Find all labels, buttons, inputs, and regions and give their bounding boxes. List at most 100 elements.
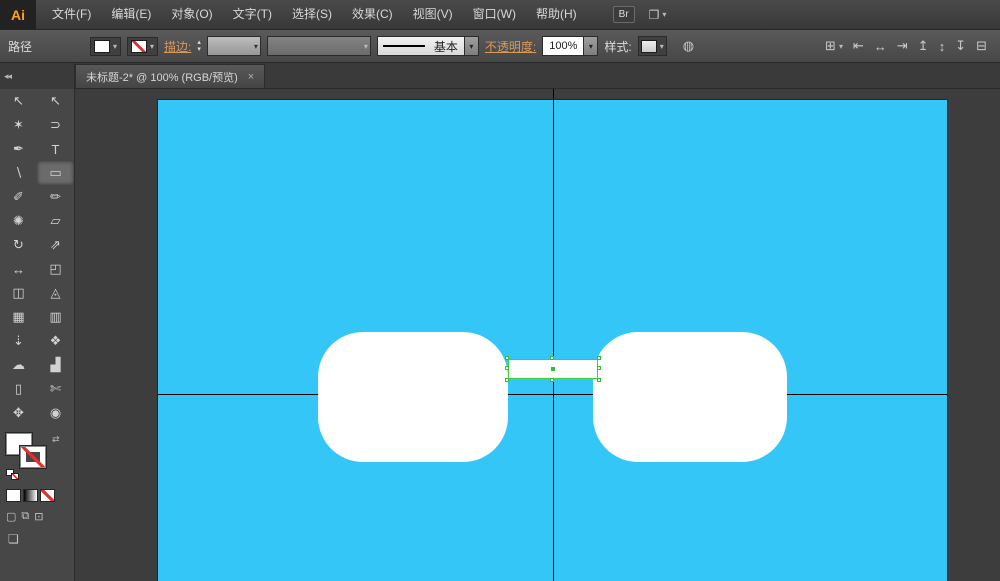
selection-handle[interactable] xyxy=(597,378,601,382)
slice-tool[interactable]: ✄ xyxy=(37,377,74,401)
style-label: 样式: xyxy=(604,38,631,55)
menu-help[interactable]: 帮助(H) xyxy=(526,0,587,29)
width-tool[interactable]: ↔ xyxy=(0,257,37,281)
pen-tool[interactable]: ✒ xyxy=(0,137,37,161)
perspective-grid-tool[interactable]: ◬ xyxy=(37,281,74,305)
eyedropper-tool[interactable]: ⇣ xyxy=(0,329,37,353)
bridge-button[interactable]: Br xyxy=(613,6,635,23)
menu-edit[interactable]: 编辑(E) xyxy=(101,0,161,29)
canvas[interactable] xyxy=(75,89,1000,581)
document-tab-bar: 未标题-2* @ 100% (RGB/预览) × xyxy=(75,63,1000,89)
direct-selection-tool[interactable]: ↖ xyxy=(37,89,74,113)
artboard-tool[interactable]: ▯ xyxy=(0,377,37,401)
menu-file[interactable]: 文件(F) xyxy=(42,0,101,29)
selection-handle[interactable] xyxy=(550,378,554,382)
column-graph-tool[interactable]: ▟ xyxy=(37,353,74,377)
rotate-tool[interactable]: ↻ xyxy=(0,233,37,257)
menu-type[interactable]: 文字(T) xyxy=(223,0,282,29)
selection-center-point[interactable] xyxy=(551,367,555,371)
rounded-rectangle-left[interactable] xyxy=(318,332,508,462)
eraser-tool[interactable]: ▱ xyxy=(37,209,74,233)
control-bar-right-icons: ⊞▾⇤↔⇥↥↕↧⊟ xyxy=(820,35,992,57)
draw-inside-icon[interactable]: ⊡ xyxy=(34,510,43,523)
selection-handle[interactable] xyxy=(505,366,509,370)
magic-wand-tool[interactable]: ✶ xyxy=(0,113,37,137)
scale-tool[interactable]: ⇗ xyxy=(37,233,74,257)
gradient-button[interactable] xyxy=(23,489,38,502)
screen-mode-icon[interactable]: ❏ xyxy=(8,532,19,546)
selection-handle[interactable] xyxy=(550,356,554,360)
stepper-up-icon[interactable]: ▴ xyxy=(197,39,201,46)
menu-view[interactable]: 视图(V) xyxy=(403,0,463,29)
close-tab-icon[interactable]: × xyxy=(248,71,254,83)
align-center-horizontal-icon[interactable]: ↔ xyxy=(869,35,892,57)
chevron-down-icon: ▾ xyxy=(364,42,368,51)
chevron-down-icon[interactable]: ▾ xyxy=(464,37,478,55)
rounded-rectangle-right[interactable] xyxy=(593,332,787,462)
opacity-label[interactable]: 不透明度: xyxy=(485,38,536,55)
symbol-sprayer-tool[interactable]: ☁ xyxy=(0,353,37,377)
shape-builder-tool[interactable]: ◫ xyxy=(0,281,37,305)
app-logo[interactable]: Ai xyxy=(0,0,36,29)
chevron-down-icon[interactable]: ▾ xyxy=(583,37,597,55)
drawing-mode-buttons: ▢ ⧉ ⊡ xyxy=(6,510,74,523)
collapse-panel-icon[interactable]: ◂◂ xyxy=(4,71,11,82)
fill-stroke-indicator: ⇄ xyxy=(5,433,74,485)
stepper-down-icon[interactable]: ▾ xyxy=(197,46,201,53)
selection-handle[interactable] xyxy=(505,356,509,360)
document-tab[interactable]: 未标题-2* @ 100% (RGB/预览) × xyxy=(75,64,265,88)
type-tool[interactable]: T xyxy=(37,137,74,161)
line-segment-tool[interactable]: ∖ xyxy=(0,161,37,185)
blend-tool[interactable]: ❖ xyxy=(37,329,74,353)
align-bottom-icon[interactable]: ↧ xyxy=(950,35,971,57)
color-button[interactable] xyxy=(6,489,21,502)
align-middle-icon[interactable]: ↕ xyxy=(934,35,951,57)
recolor-artwork-icon[interactable]: ◍ xyxy=(683,38,694,54)
style-dropdown[interactable]: ▾ xyxy=(638,36,667,56)
selected-rectangle[interactable] xyxy=(508,359,598,379)
menu-window[interactable]: 窗口(W) xyxy=(463,0,526,29)
opacity-dropdown[interactable]: 100% ▾ xyxy=(542,36,598,56)
stroke-weight-stepper[interactable]: ▴ ▾ xyxy=(197,39,201,53)
default-fill-stroke-icon[interactable] xyxy=(6,469,22,482)
swap-fill-stroke-icon[interactable]: ⇄ xyxy=(52,434,60,445)
vertical-path-line[interactable] xyxy=(553,89,554,581)
stroke-weight-label[interactable]: 描边: xyxy=(164,38,191,55)
selection-handle[interactable] xyxy=(597,356,601,360)
menu-object[interactable]: 对象(O) xyxy=(161,0,222,29)
draw-behind-icon[interactable]: ⧉ xyxy=(21,510,29,523)
mesh-tool[interactable]: ▦ xyxy=(0,305,37,329)
stroke-color-indicator[interactable] xyxy=(20,446,46,468)
tools-panel-header[interactable]: ◂◂ xyxy=(0,63,74,89)
none-button[interactable] xyxy=(40,489,55,502)
variable-width-profile-dropdown[interactable]: ▾ xyxy=(267,36,371,56)
workspace-switcher[interactable]: ❐ ▾ xyxy=(649,8,667,22)
menu-select[interactable]: 选择(S) xyxy=(282,0,342,29)
hand-tool[interactable]: ✥ xyxy=(0,401,37,425)
brush-definition-dropdown[interactable]: 基本 ▾ xyxy=(377,36,479,56)
blob-brush-tool[interactable]: ✺ xyxy=(0,209,37,233)
paintbrush-tool[interactable]: ✐ xyxy=(0,185,37,209)
fill-color-dropdown[interactable]: ▾ xyxy=(90,37,121,56)
draw-normal-icon[interactable]: ▢ xyxy=(6,510,16,523)
rectangle-tool[interactable]: ▭ xyxy=(37,161,74,185)
align-right-icon[interactable]: ⇥ xyxy=(892,35,913,57)
more-options-icon[interactable]: ⊟ xyxy=(971,35,992,57)
selection-handle[interactable] xyxy=(597,366,601,370)
none-slash-icon xyxy=(21,447,45,467)
zoom-tool[interactable]: ◉ xyxy=(37,401,74,425)
transform-menu-icon[interactable]: ⊞▾ xyxy=(820,35,848,57)
align-left-icon[interactable]: ⇤ xyxy=(848,35,869,57)
stroke-color-dropdown[interactable]: ▾ xyxy=(127,37,158,56)
document-area: 未标题-2* @ 100% (RGB/预览) × xyxy=(75,63,1000,581)
selection-handle[interactable] xyxy=(505,378,509,382)
chevron-down-icon: ▾ xyxy=(254,42,258,51)
menu-effect[interactable]: 效果(C) xyxy=(342,0,403,29)
align-top-icon[interactable]: ↥ xyxy=(913,35,934,57)
selection-tool[interactable]: ↖ xyxy=(0,89,37,113)
stroke-weight-dropdown[interactable]: ▾ xyxy=(207,36,261,56)
gradient-tool[interactable]: ▥ xyxy=(37,305,74,329)
pencil-tool[interactable]: ✏ xyxy=(37,185,74,209)
lasso-tool[interactable]: ⊃ xyxy=(37,113,74,137)
free-transform-tool[interactable]: ◰ xyxy=(37,257,74,281)
